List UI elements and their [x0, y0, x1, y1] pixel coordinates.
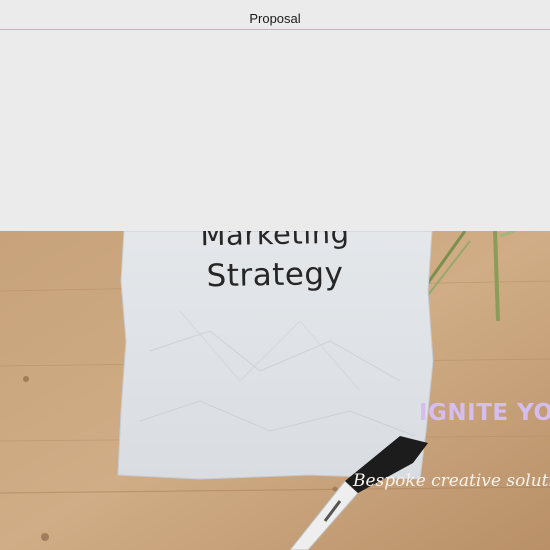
- hero-headline: IGNITE YO: [419, 400, 550, 426]
- hero-banner: Marketing Strategy IGNITE YO Bespoke cre…: [0, 231, 550, 550]
- top-bar: Proposal: [0, 0, 550, 30]
- page-title: Proposal: [249, 11, 301, 26]
- empty-content-area: [0, 30, 550, 231]
- paper-text-strategy: Strategy: [206, 255, 344, 295]
- hero-tagline: Bespoke creative soluti: [353, 471, 550, 491]
- proposal-page: Proposal Marketing Strategy IGNITE YO Be…: [0, 0, 550, 550]
